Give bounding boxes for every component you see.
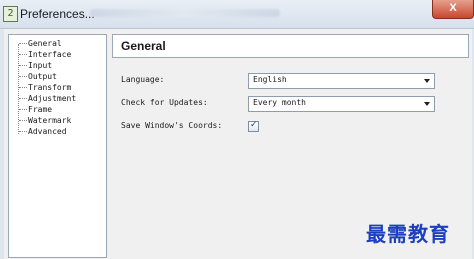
language-label: Language: [121, 75, 165, 84]
tree-item-label: Input [28, 61, 53, 70]
tree-item-label: Output [28, 72, 57, 81]
tree-item-label: General [28, 39, 62, 48]
tree-item-general[interactable]: General [19, 38, 62, 49]
tree-item-label: Adjustment [28, 94, 77, 103]
section-title: General [121, 39, 166, 53]
chevron-down-icon [424, 102, 430, 106]
save-coords-label: Save Window's Coords: [121, 121, 223, 130]
title-bar: 2 Preferences... X [0, 0, 474, 29]
tree-item-label: Transform [28, 83, 72, 92]
window-title: Preferences... [20, 7, 95, 21]
tree-item-transform[interactable]: Transform [19, 82, 71, 93]
tree-item-watermark[interactable]: Watermark [19, 115, 71, 126]
tree-item-adjustment[interactable]: Adjustment [19, 93, 76, 104]
check-icon: ✓ [250, 120, 258, 130]
tree-item-input[interactable]: Input [19, 60, 52, 71]
section-header: General [112, 34, 469, 58]
watermark-logo: 最需教育 [366, 222, 450, 246]
chevron-down-icon [424, 79, 430, 83]
updates-value: Every month [253, 98, 306, 107]
tree-item-label: Interface [28, 50, 72, 59]
save-coords-checkbox[interactable]: ✓ [248, 120, 259, 132]
tree-item-output[interactable]: Output [19, 71, 57, 82]
blurred-title-region [90, 9, 280, 17]
tree-item-interface[interactable]: Interface [19, 49, 71, 60]
tree-item-advanced[interactable]: Advanced [19, 126, 67, 137]
language-dropdown[interactable]: English [248, 73, 435, 89]
tree-item-label: Watermark [28, 116, 72, 125]
updates-dropdown[interactable]: Every month [248, 96, 435, 112]
close-button[interactable]: X [432, 0, 474, 19]
tree-item-frame[interactable]: Frame [19, 104, 52, 115]
language-value: English [253, 75, 287, 84]
app-icon: 2 [3, 6, 18, 22]
tree-item-label: Frame [28, 105, 53, 114]
tree-item-label: Advanced [28, 127, 67, 136]
category-tree: General Interface Input Output Transform… [8, 34, 107, 258]
updates-label: Check for Updates: [121, 98, 208, 107]
